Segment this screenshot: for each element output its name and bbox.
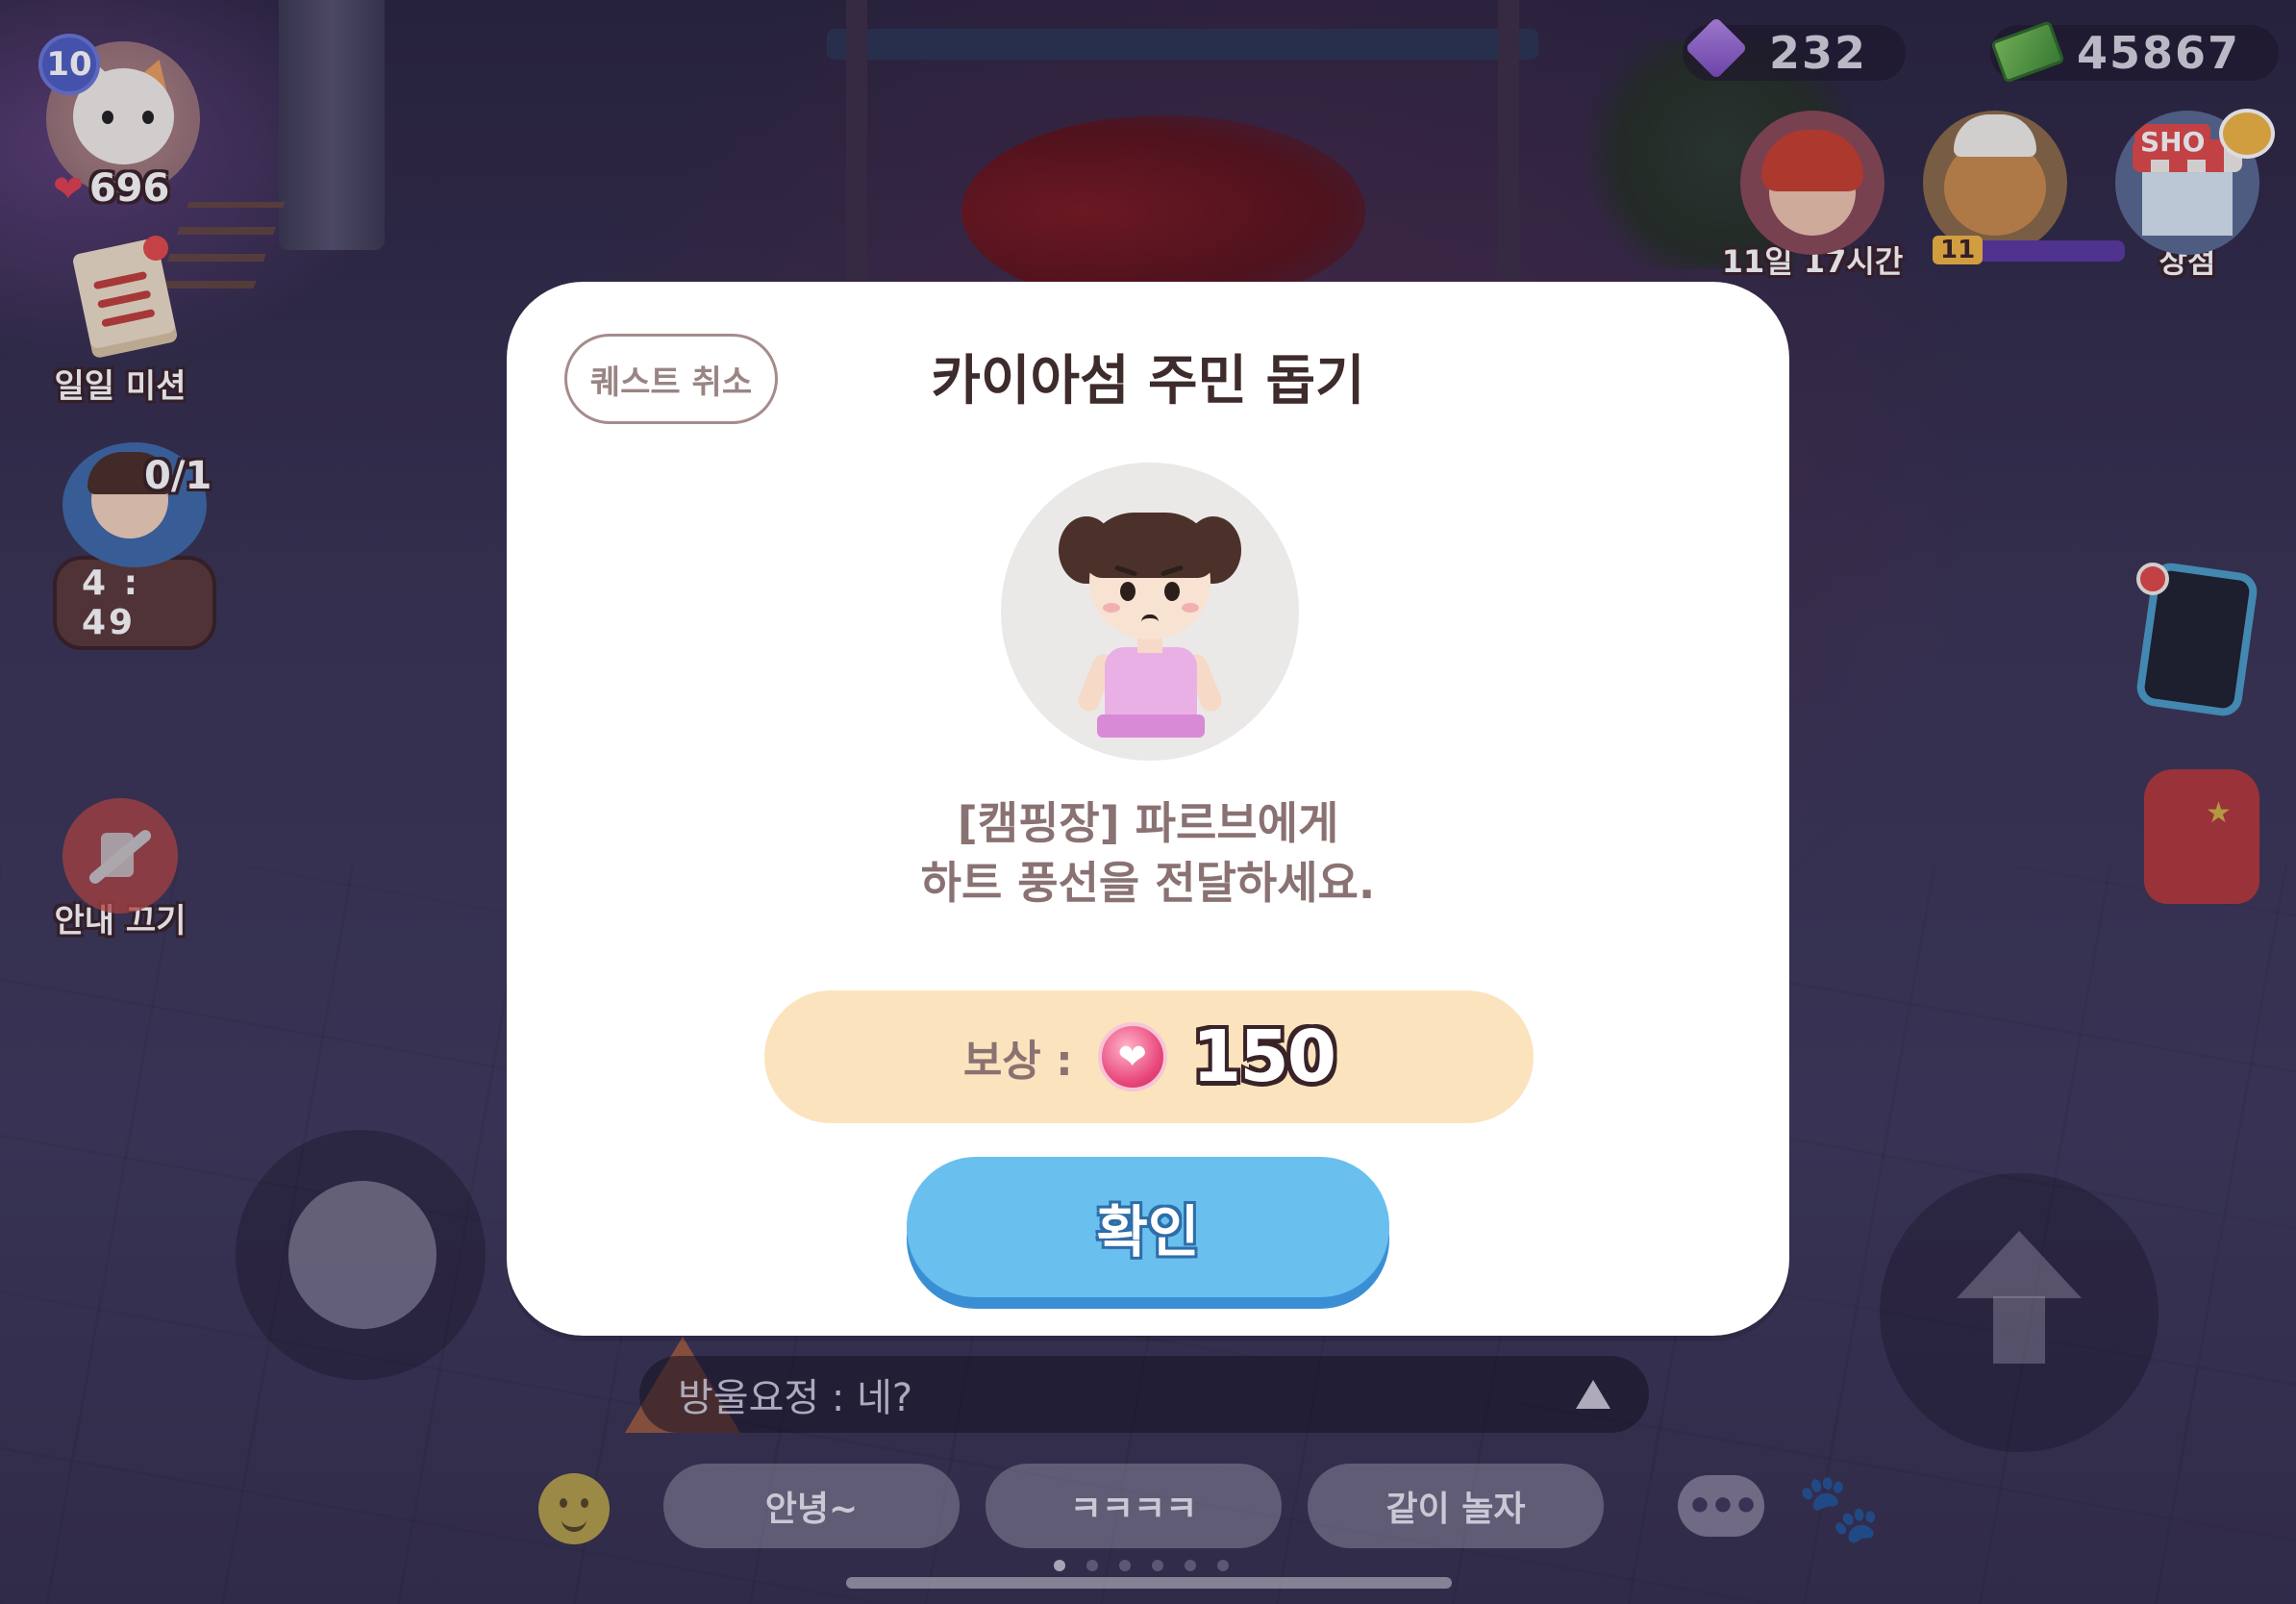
reward-bar: 보상 : ❤ 150	[764, 990, 1534, 1123]
quest-description-line2: 하트 풍선을 전달하세요.	[920, 857, 1376, 909]
npc-portrait	[1001, 463, 1299, 761]
quest-description: [캠핑장] 파르브에게 하트 풍선을 전달하세요.	[507, 793, 1789, 913]
reward-label: 보상 :	[962, 1037, 1073, 1086]
npc-hair	[1086, 513, 1214, 578]
reward-value: 150	[1191, 1015, 1336, 1098]
confirm-button[interactable]: 확인	[907, 1157, 1389, 1297]
quest-dialog: 퀘스트 취소 카이아섬 주민 돕기 [캠핑장] 파르브에게 하트 풍선을 전달하…	[507, 282, 1789, 1336]
heart-coin-icon: ❤	[1097, 1022, 1167, 1091]
quest-description-line1: [캠핑장] 파르브에게	[957, 797, 1339, 849]
dialog-title: 카이아섬 주민 돕기	[931, 350, 1365, 413]
